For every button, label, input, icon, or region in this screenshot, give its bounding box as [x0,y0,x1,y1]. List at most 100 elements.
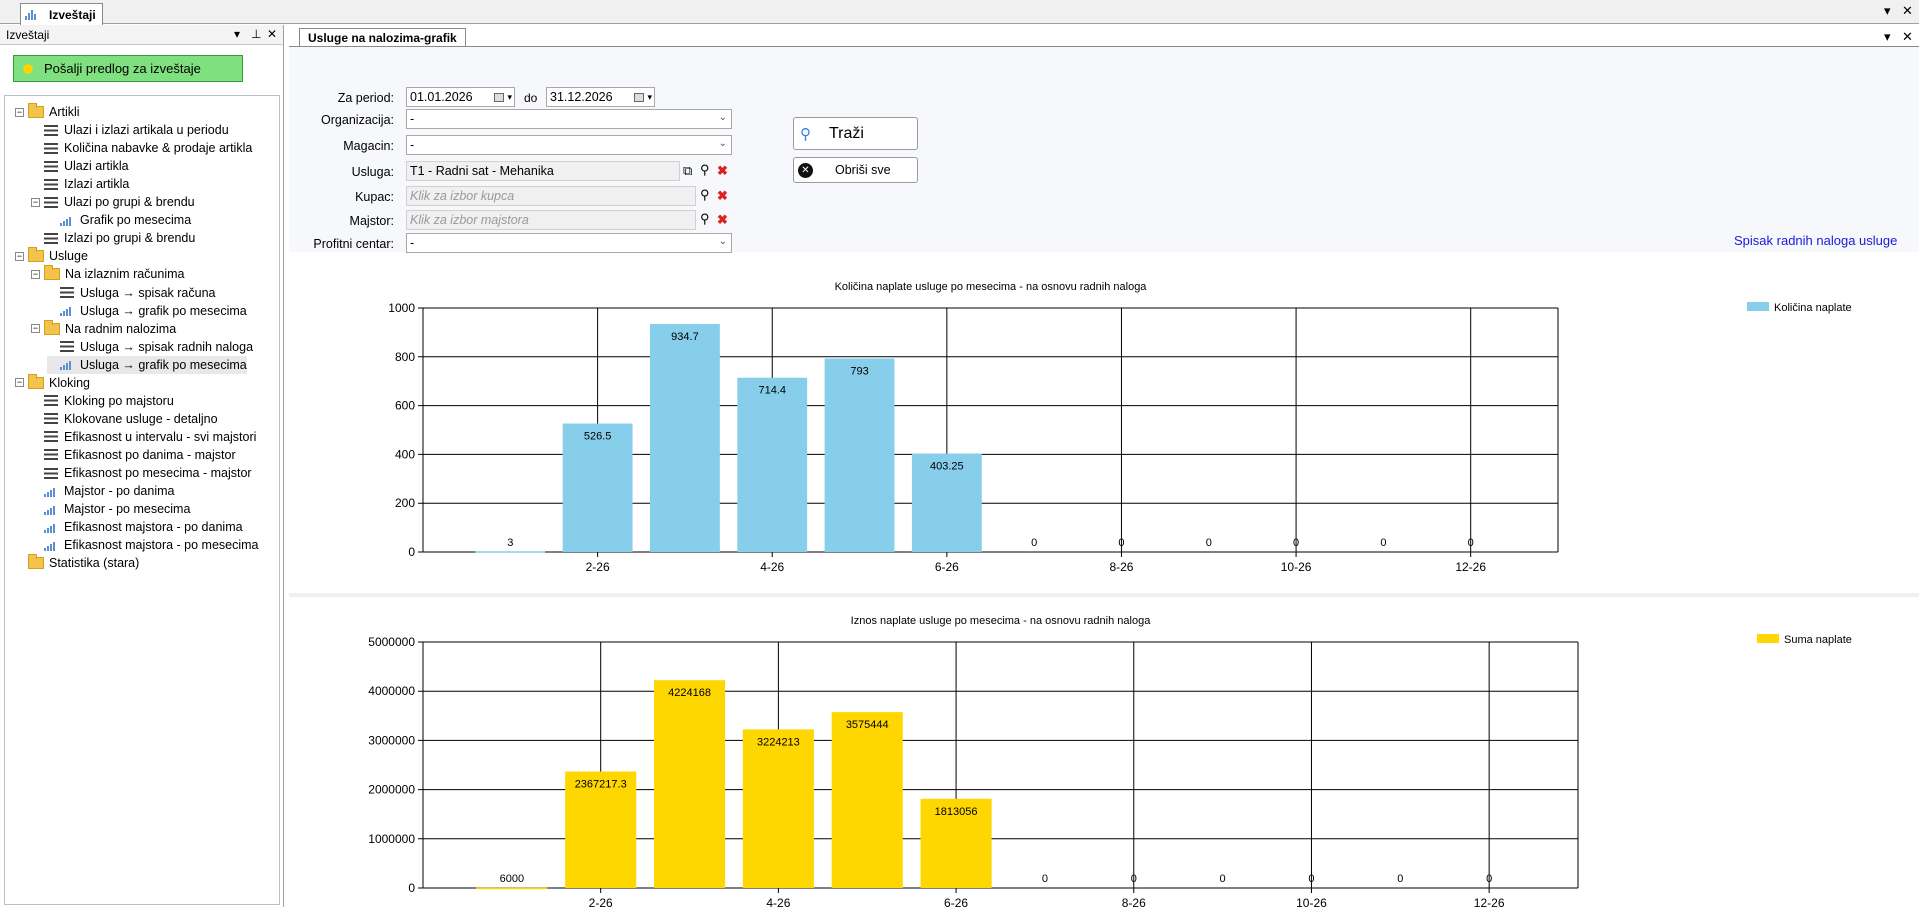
search-button[interactable]: ⚲ Traži [793,117,918,150]
data-label: 0 [1042,873,1048,885]
content-dropdown-icon[interactable]: ▾ [1884,29,1891,45]
panel-dropdown-icon[interactable]: ▾ [234,27,240,41]
list-icon [44,431,58,443]
work-orders-link[interactable]: Spisak radnih naloga usluge [1734,233,1897,248]
content-area: Usluge na nalozima-grafik ▾ ✕ Za period:… [289,25,1919,910]
tree-item[interactable]: Efikasnost majstora - po mesecima [31,536,259,554]
content-close-icon[interactable]: ✕ [1902,29,1913,45]
tab-usluge-grafik[interactable]: Usluge na nalozima-grafik [299,28,466,47]
x-tick-label: 4-26 [760,560,784,574]
clear-x-icon[interactable]: ✖ [717,164,728,178]
tree-item-label: Efikasnost po danima - majstor [64,447,236,462]
collapse-toggle-icon[interactable]: − [31,324,40,334]
usluga-field[interactable]: T1 - Radni sat - Mehanika [406,161,680,181]
dropdown-arrow-icon[interactable]: ▾ [1884,3,1891,19]
tree-item[interactable]: Kloking po majstoru [31,392,174,410]
tree-item[interactable]: Efikasnost po danima - majstor [31,446,236,464]
profit-center-select[interactable]: - ⌄ [406,233,732,253]
profit-center-value: - [410,236,415,250]
chevron-down-icon[interactable]: ▾ [647,92,652,103]
search-icon[interactable]: ⚲ [700,212,710,226]
filter-panel: Za period: 01.01.2026 ▾ do 31.12.2026 ▾ … [289,47,1919,253]
bar [831,712,903,888]
usluga-value: T1 - Radni sat - Mehanika [410,164,554,178]
y-tick-label: 1000000 [368,832,415,846]
panel-close-icon[interactable]: ✕ [267,27,277,41]
search-icon[interactable]: ⚲ [700,163,710,177]
close-icon[interactable]: ✕ [1902,3,1913,19]
y-tick-label: 2000000 [368,783,415,797]
date-from-field[interactable]: 01.01.2026 ▾ [406,87,515,107]
x-tick-label: 2-26 [589,896,613,907]
tree-item[interactable]: Statistika (stara) [15,554,139,572]
tree-item[interactable]: − Artikli [15,103,80,121]
clear-all-label: Obriši sve [835,163,891,177]
tab-izvestaji[interactable]: Izveštaji [20,3,103,25]
collapse-toggle-icon[interactable]: − [15,378,24,388]
tree-item[interactable]: Ulazi i izlazi artikala u periodu [31,121,229,139]
reports-tree: − Artikli Ulazi i izlazi artikala u period… [4,95,280,905]
tree-item[interactable]: Majstor - po danima [31,482,174,500]
date-from-value: 01.01.2026 [410,90,473,104]
tree-item[interactable]: − Kloking [15,373,90,392]
collapse-toggle-icon[interactable]: − [31,269,40,279]
reports-panel: Izveštaji ▾ ⊥ ✕ Pošalji predlog za izveš… [0,25,284,907]
folder-icon [28,247,44,263]
date-to-field[interactable]: 31.12.2026 ▾ [546,87,655,107]
period-label: Za period: [337,91,394,105]
majstor-field[interactable]: Klik za izbor majstora [406,210,696,230]
x-tick-label: 6-26 [935,560,959,574]
pin-icon[interactable]: ⊥ [251,27,261,41]
folder-icon [44,265,60,281]
tree-item[interactable]: − Ulazi po grupi & brendu [31,193,195,211]
collapse-toggle-icon[interactable]: − [15,107,24,117]
data-label: 0 [1220,873,1226,885]
data-label: 0 [1131,873,1137,885]
calendar-icon[interactable] [494,92,505,102]
organization-select[interactable]: - ⌄ [406,109,732,129]
tree-item[interactable]: − Na radnim nalozima [31,319,176,338]
chevron-down-icon[interactable]: ▾ [507,92,512,103]
tree-item[interactable]: Usluga → spisak radnih naloga [47,338,253,356]
tree-item-label: Artikli [49,105,80,119]
tree-item[interactable]: Izlazi po grupi & brendu [31,229,195,247]
magacin-value: - [410,138,415,152]
legend-label: Količina naplate [1774,302,1852,314]
data-label: 0 [1486,873,1492,885]
tree-item[interactable]: Količina nabavke & prodaje artikla [31,139,252,157]
collapse-toggle-icon[interactable]: − [31,197,40,207]
y-tick-label: 0 [408,881,415,895]
list-icon [44,395,58,407]
tree-item-label: Efikasnost majstora - po mesecima [64,538,259,553]
tree-item[interactable]: Klokovane usluge - detaljno [31,410,218,428]
tree-item[interactable]: Izlazi artikla [31,175,129,193]
tree-item-label: Klokovane usluge - detaljno [64,411,218,426]
tree-item[interactable]: Efikasnost po mesecima - majstor [31,464,252,482]
clear-x-icon[interactable]: ✖ [717,213,728,227]
calendar-icon[interactable] [634,92,645,102]
tree-item[interactable]: Efikasnost majstora - po danima [31,518,243,536]
tree-item[interactable]: Majstor - po mesecima [31,500,190,518]
tree-item[interactable]: Usluga → grafik po mesecima [47,302,247,320]
data-label: 3224213 [757,736,800,748]
tree-item[interactable]: Usluga → spisak računa [47,284,215,302]
search-icon[interactable]: ⚲ [700,188,710,202]
magacin-select[interactable]: - ⌄ [406,135,732,155]
tree-item[interactable]: Usluga → grafik po mesecima [47,355,247,374]
data-label: 0 [1397,873,1403,885]
open-external-icon[interactable]: ⧉ [683,164,692,178]
tree-item-label: Efikasnost majstora - po danima [64,520,243,535]
collapse-toggle-icon[interactable]: − [15,251,24,261]
tree-item[interactable]: Efikasnost u intervalu - svi majstori [31,428,256,446]
bar [476,887,548,890]
tree-item[interactable]: − Na izlaznim računima [31,265,184,283]
tree-item[interactable]: Ulazi artikla [31,157,129,175]
clear-x-icon[interactable]: ✖ [717,189,728,203]
clear-all-button[interactable]: ✕ Obriši sve [793,157,918,183]
kupac-field[interactable]: Klik za izbor kupca [406,186,696,206]
data-label: 0 [1308,873,1314,885]
tree-item[interactable]: Grafik po mesecima [47,211,191,229]
send-suggestion-button[interactable]: Pošalji predlog za izveštaje [13,55,243,82]
tree-item[interactable]: − Usluge [15,247,88,265]
y-tick-label: 0 [408,545,415,559]
